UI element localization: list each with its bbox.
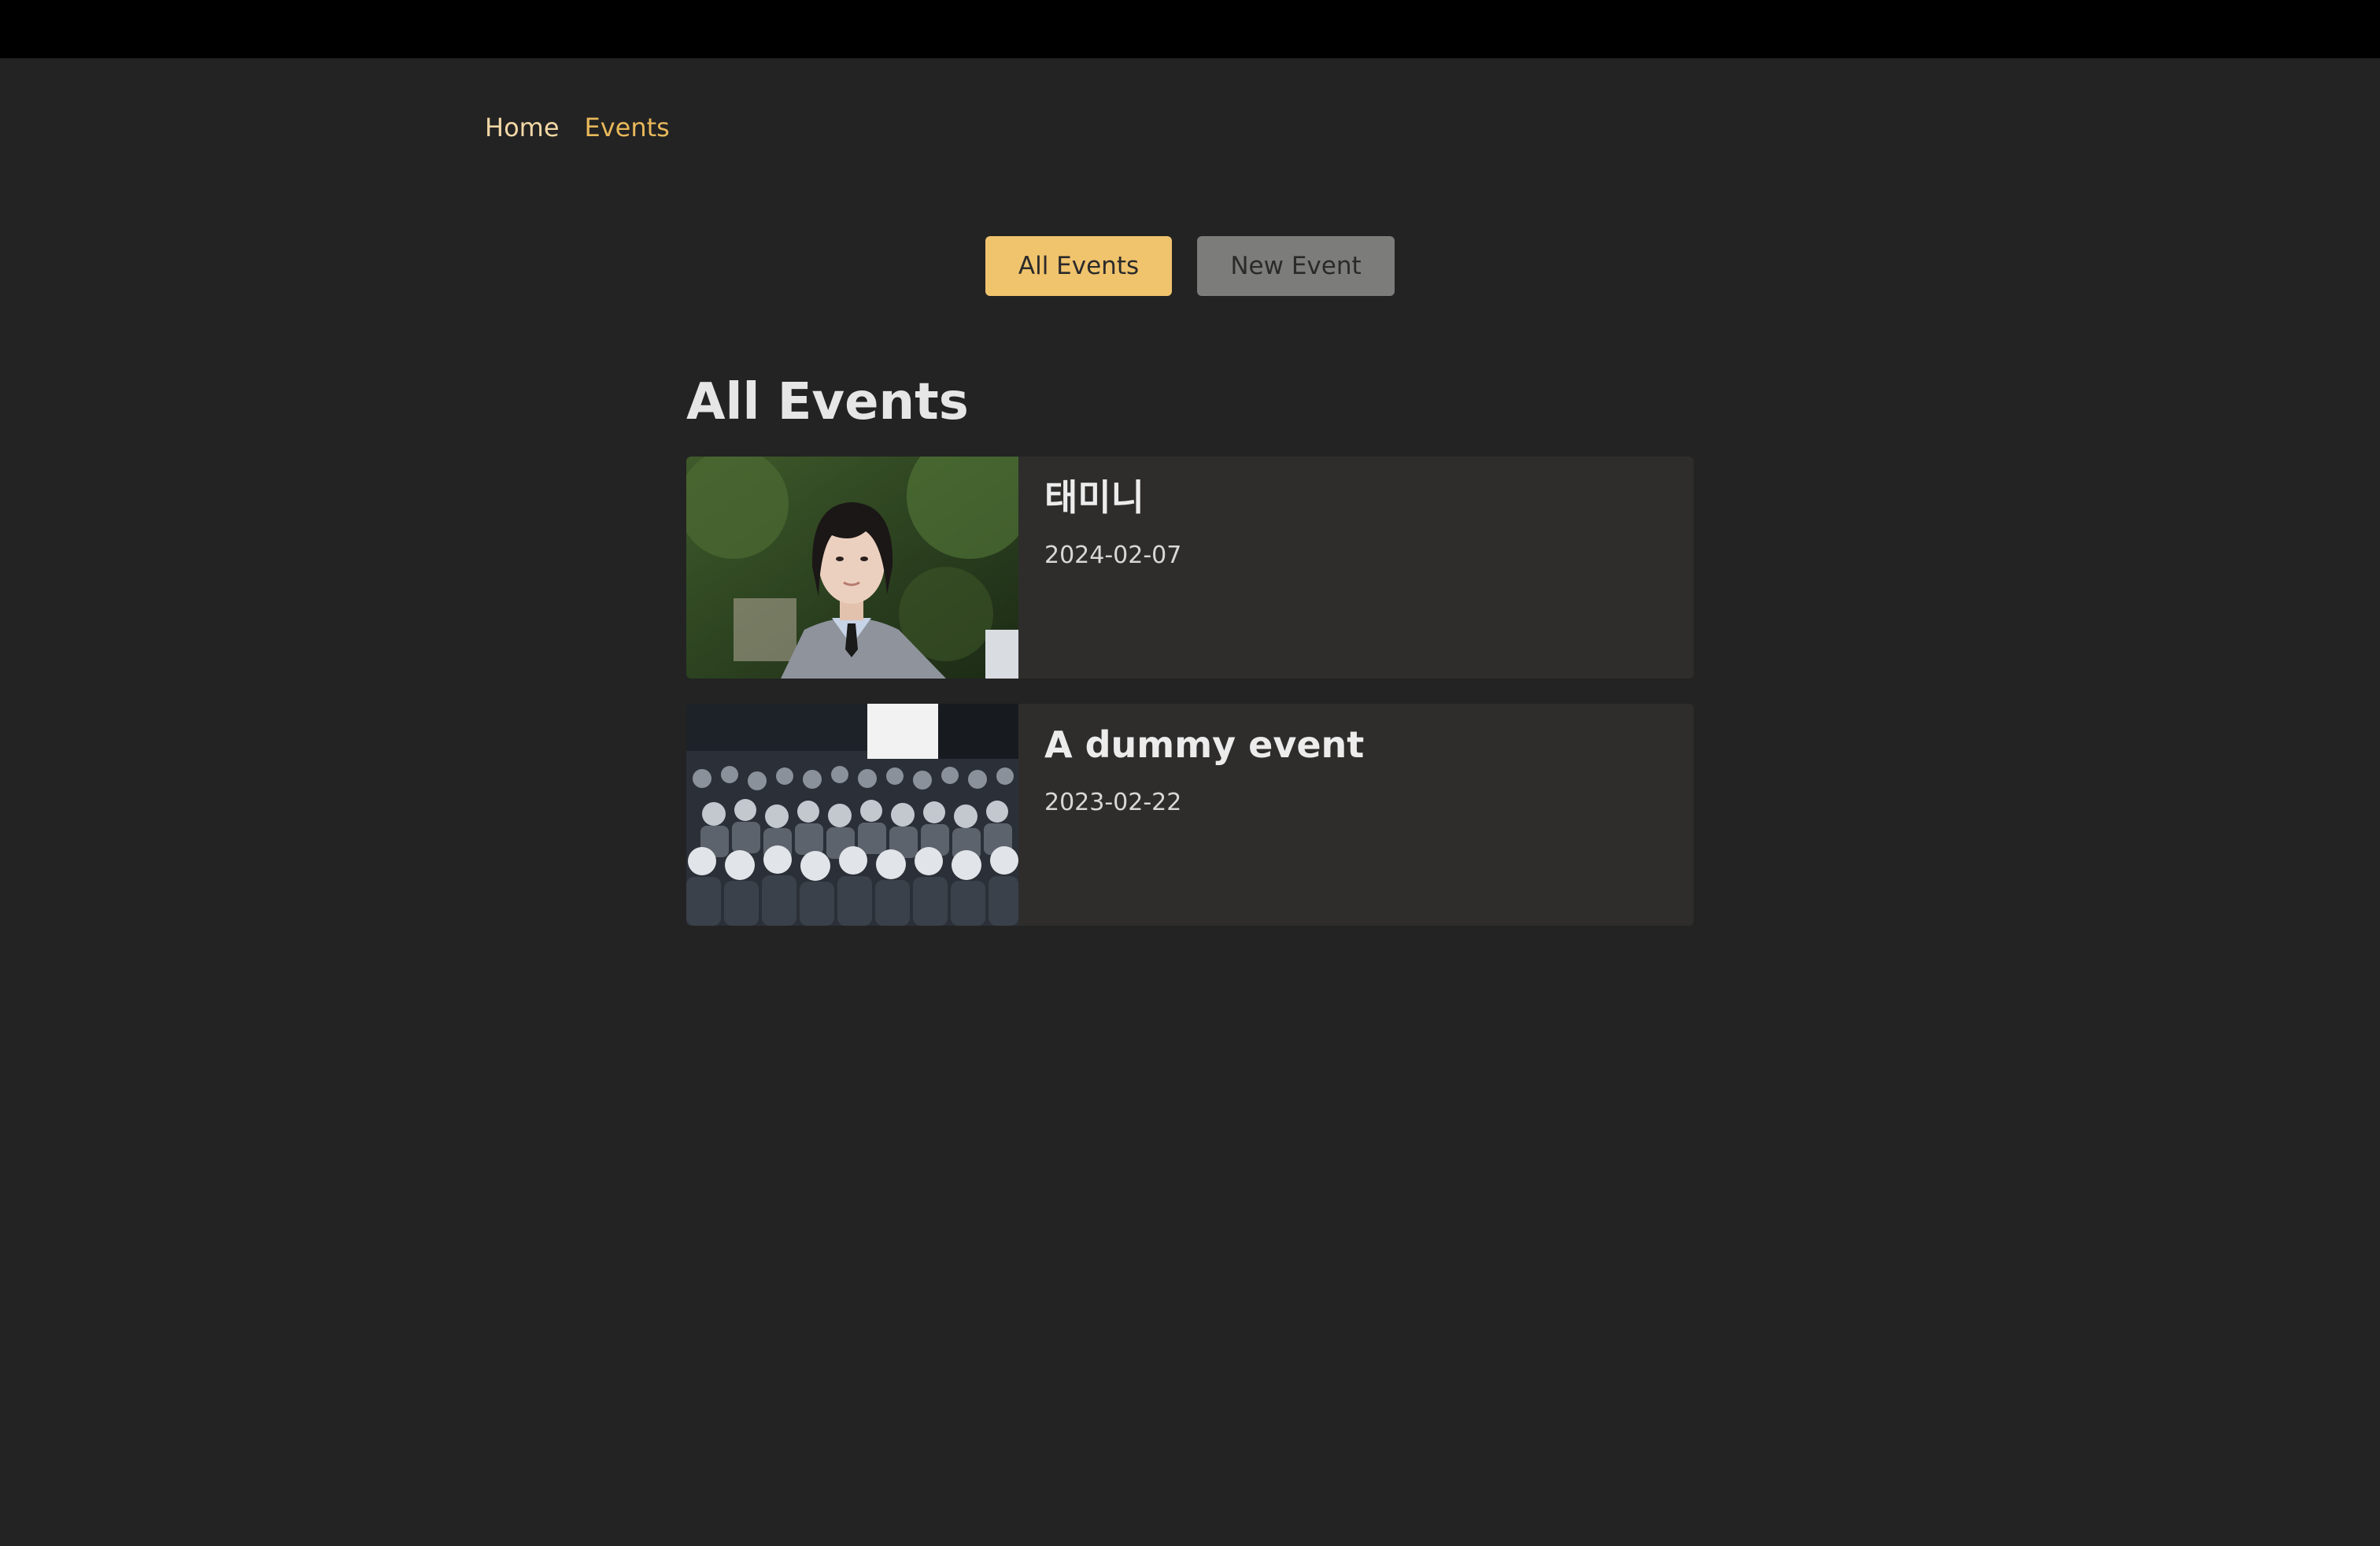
event-info: A dummy event 2023-02-22 [1018, 704, 1364, 926]
event-title: 태미니 [1044, 476, 1144, 519]
event-image-portrait [686, 457, 1018, 679]
event-date: 2023-02-22 [1044, 789, 1182, 816]
event-card[interactable]: A dummy event 2023-02-22 [686, 704, 1694, 926]
new-event-button[interactable]: New Event [1197, 236, 1395, 296]
event-card[interactable]: 태미니 2024-02-07 [686, 457, 1694, 679]
event-info: 태미니 2024-02-07 [1018, 457, 1181, 679]
top-bar [0, 0, 2380, 58]
event-image-crowd [686, 704, 1018, 926]
events-list: 태미니 2024-02-07 A dummy event 2023-02-22 [686, 457, 1694, 951]
event-title: A dummy event [1044, 723, 1365, 766]
main-nav: Home Events [485, 109, 670, 146]
nav-link-home[interactable]: Home [485, 109, 560, 146]
event-actions: All Events New Event [985, 236, 1395, 296]
nav-link-events[interactable]: Events [585, 109, 670, 146]
page-title: All Events [686, 373, 969, 431]
event-date: 2024-02-07 [1044, 542, 1182, 569]
all-events-button[interactable]: All Events [985, 236, 1172, 296]
